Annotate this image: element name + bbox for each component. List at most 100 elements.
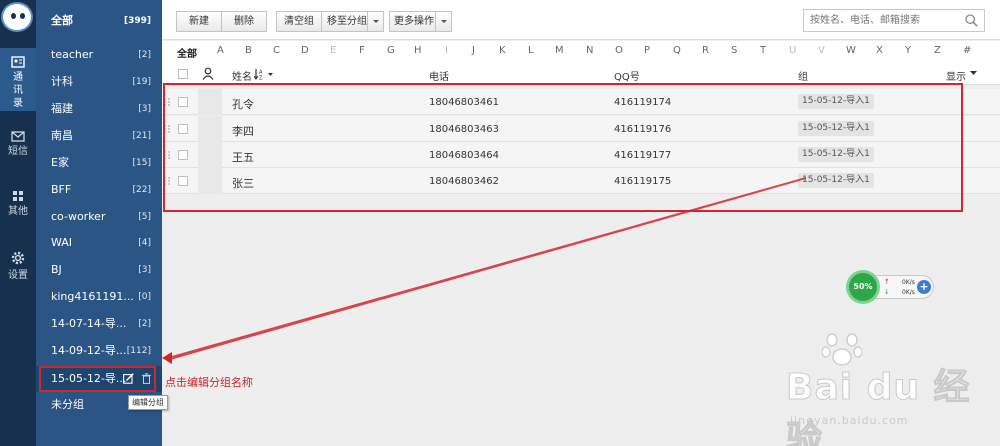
- delete-button[interactable]: 删除: [221, 11, 267, 32]
- rail-item-sms[interactable]: 短信: [0, 130, 36, 158]
- rail-label-settings: 设置: [8, 270, 28, 281]
- plus-icon[interactable]: +: [917, 280, 931, 294]
- alpha-filter-letter[interactable]: J: [472, 45, 475, 56]
- group-count: [19]: [132, 77, 151, 87]
- group-item[interactable]: king4161191... [0]: [36, 284, 162, 310]
- sort-icon[interactable]: AZ: [254, 68, 274, 80]
- group-label: BJ: [51, 263, 62, 276]
- group-item[interactable]: WAI [4]: [36, 230, 162, 256]
- group-count: [2]: [138, 50, 151, 60]
- new-button[interactable]: 新建: [176, 11, 222, 32]
- group-label: 全部: [51, 14, 73, 27]
- alpha-filter-letter[interactable]: B: [245, 45, 252, 56]
- chevron-down-icon[interactable]: [970, 71, 977, 76]
- alpha-filter-letter[interactable]: S: [731, 45, 737, 56]
- annotation-text: 点击编辑分组名称: [165, 376, 253, 389]
- group-item[interactable]: co-worker [5]: [36, 204, 162, 230]
- alpha-filter-letter[interactable]: T: [760, 45, 766, 56]
- column-header-name[interactable]: 姓名: [232, 68, 252, 83]
- alpha-filter-letter[interactable]: C: [273, 45, 280, 56]
- rail-label-sms: 短信: [8, 146, 28, 157]
- group-count: [21]: [132, 131, 151, 141]
- alpha-filter-letter[interactable]: #: [963, 45, 971, 56]
- logo-eye-left: [11, 13, 16, 19]
- alpha-filter-letter[interactable]: F: [359, 45, 365, 56]
- watermark-url: jingyan.baidu.com: [790, 414, 909, 427]
- alpha-filter-letter[interactable]: A: [217, 45, 224, 56]
- grid-icon: [13, 191, 23, 201]
- clear-group-button[interactable]: 清空组: [276, 11, 322, 32]
- group-item[interactable]: E家 [15]: [36, 150, 162, 176]
- download-arrow-icon: ↓: [884, 288, 890, 296]
- display-columns-dropdown[interactable]: 显示: [946, 68, 966, 83]
- edit-group-tooltip: 编辑分组: [128, 395, 168, 410]
- group-count: [399]: [123, 16, 151, 26]
- group-count: [4]: [138, 238, 151, 248]
- logo-eye-right: [20, 13, 25, 19]
- alpha-filter-letter: U: [789, 45, 797, 56]
- alpha-filter-letter[interactable]: L: [528, 45, 534, 56]
- rows-highlight-box: [163, 83, 963, 212]
- more-actions-label: 更多操作: [394, 16, 434, 27]
- chevron-down-icon: [435, 12, 451, 31]
- alpha-filter-letter[interactable]: Z: [934, 45, 941, 56]
- group-item[interactable]: BFF [22]: [36, 177, 162, 203]
- group-item[interactable]: BJ [3]: [36, 257, 162, 283]
- alpha-filter-letter[interactable]: K: [499, 45, 506, 56]
- group-count: [15]: [132, 158, 151, 168]
- more-actions-dropdown[interactable]: 更多操作: [389, 11, 452, 32]
- group-item-all[interactable]: 全部 [399]: [36, 8, 162, 34]
- alpha-filter-letter[interactable]: H: [414, 45, 422, 56]
- alpha-filter-letter[interactable]: R: [702, 45, 709, 56]
- baidu-watermark: Bai du 经验 jingyan.baidu.com: [760, 330, 1000, 446]
- table-header: 姓名 AZ 电话 QQ号 组 显示: [162, 63, 1000, 85]
- app-rail: 通讯录 短信 其他 设置: [0, 0, 36, 446]
- person-icon: [202, 67, 214, 80]
- upload-arrow-icon: ↑: [884, 278, 890, 286]
- alpha-filter-letter: I: [445, 45, 448, 56]
- group-item[interactable]: 计科 [19]: [36, 69, 162, 95]
- alpha-filter-all[interactable]: 全部: [177, 45, 197, 60]
- select-all-checkbox[interactable]: [178, 69, 188, 79]
- group-count: [2]: [138, 319, 151, 329]
- rail-item-settings[interactable]: 设置: [0, 250, 36, 282]
- search-box: [803, 9, 985, 32]
- column-header-phone: 电话: [429, 72, 449, 83]
- rail-label-other: 其他: [8, 206, 28, 217]
- group-item[interactable]: 福建 [3]: [36, 96, 162, 122]
- network-speed-widget[interactable]: 50% ↑ ↓ 0K/s 0K/s +: [846, 270, 934, 304]
- group-count: [112]: [126, 346, 151, 356]
- rail-item-other[interactable]: 其他: [0, 190, 36, 218]
- alpha-filter-letter[interactable]: P: [644, 45, 650, 56]
- toolbar: 新建 删除 清空组 移至分组 更多操作: [162, 0, 1000, 40]
- contacts-icon: [11, 56, 25, 68]
- group-item[interactable]: 14-09-12-导... [112]: [36, 338, 162, 364]
- alpha-filter-letter[interactable]: Q: [673, 45, 681, 56]
- group-item[interactable]: 14-07-14-导... [2]: [36, 311, 162, 337]
- svg-text:Z: Z: [259, 76, 263, 81]
- search-icon[interactable]: [965, 14, 978, 27]
- alpha-filter-letter[interactable]: D: [301, 45, 309, 56]
- rail-item-contacts[interactable]: 通讯录: [0, 48, 36, 111]
- column-header-group: 组: [798, 72, 808, 83]
- alpha-filter-letter[interactable]: N: [586, 45, 593, 56]
- group-count: [5]: [138, 212, 151, 222]
- group-label: 14-07-14-导...: [51, 317, 127, 330]
- alpha-filter-letter[interactable]: M: [555, 45, 564, 56]
- alpha-filter-letter[interactable]: W: [846, 45, 856, 56]
- upload-speed: 0K/s: [902, 279, 915, 286]
- alpha-filter-letter[interactable]: Y: [905, 45, 911, 56]
- mail-icon: [11, 131, 25, 142]
- alpha-filter-letter[interactable]: X: [876, 45, 883, 56]
- alpha-filter-letter[interactable]: O: [615, 45, 623, 56]
- gear-icon: [11, 251, 25, 265]
- group-item[interactable]: 南昌 [21]: [36, 123, 162, 149]
- move-to-group-dropdown[interactable]: 移至分组: [321, 11, 384, 32]
- group-item[interactable]: teacher [2]: [36, 42, 162, 68]
- download-speed: 0K/s: [902, 289, 915, 296]
- alpha-filter-letter[interactable]: G: [387, 45, 395, 56]
- app-logo[interactable]: [1, 2, 33, 32]
- search-input[interactable]: [804, 10, 954, 31]
- group-label: co-worker: [51, 210, 106, 223]
- watermark-brand: Bai du 经验: [786, 367, 971, 446]
